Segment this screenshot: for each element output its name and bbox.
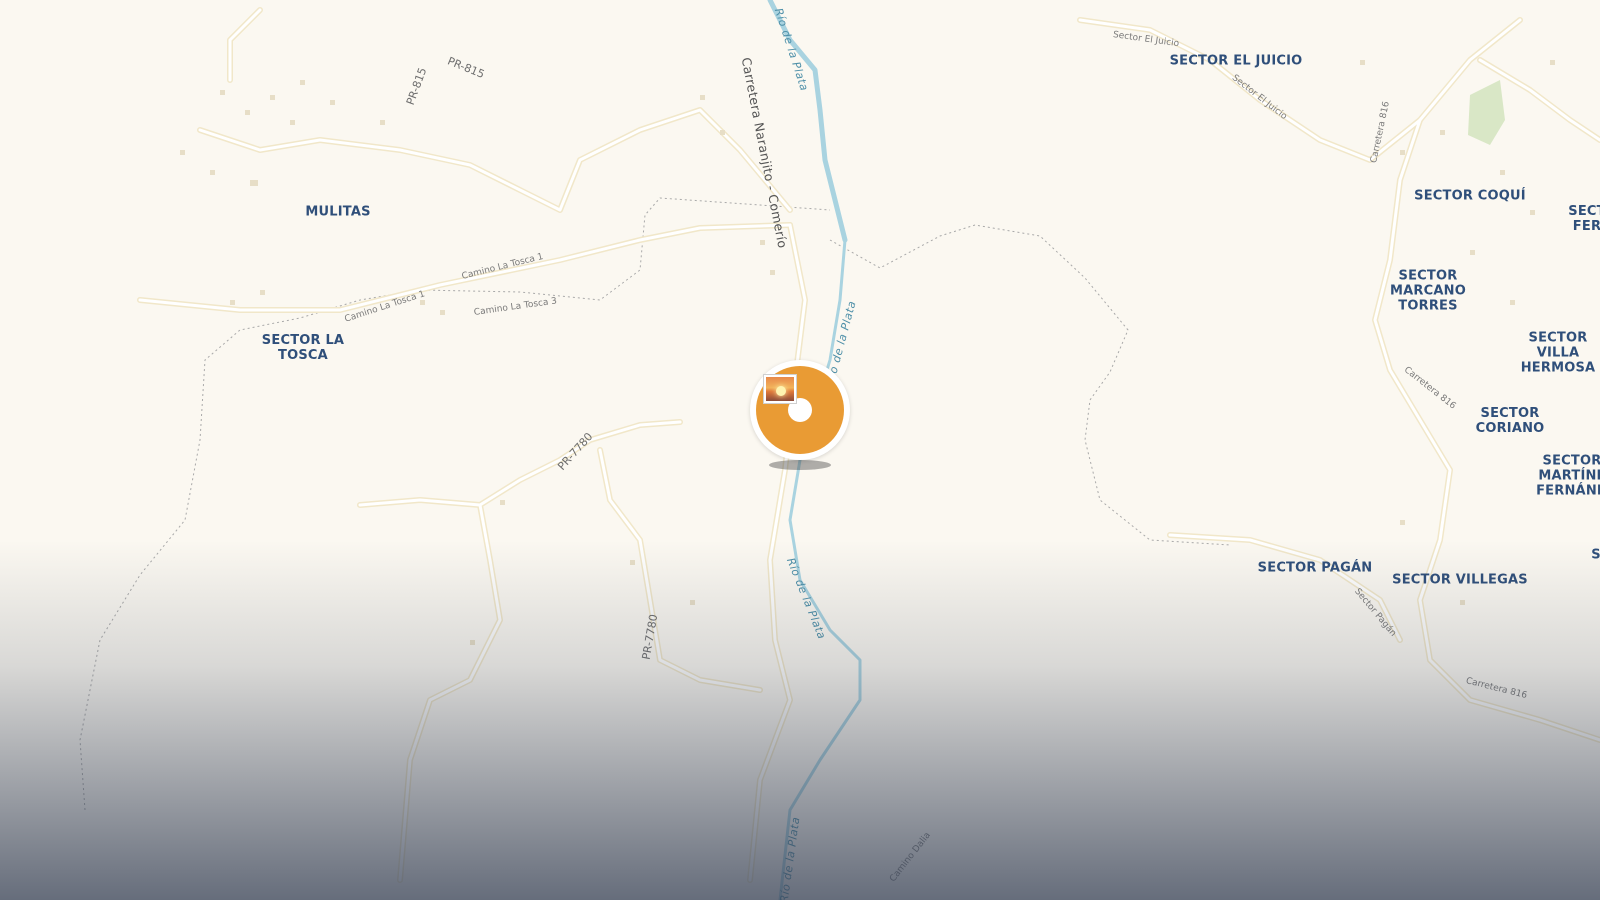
- place-label-sector-villa-hermosa[interactable]: SECTOR VILLA HERMOSA: [1521, 331, 1596, 376]
- photo-location-marker[interactable]: [748, 360, 852, 480]
- place-label-sector-edge[interactable]: S: [1591, 548, 1600, 563]
- map-view[interactable]: MULITAS SECTOR LA TOSCA SECTOR EL JUICIO…: [0, 0, 1600, 900]
- place-label-sector-coriano[interactable]: SECTOR CORIANO: [1465, 406, 1555, 436]
- place-label-sector-fer[interactable]: SECT FER: [1568, 204, 1600, 234]
- boundary-lines: [79, 197, 1231, 811]
- place-label-mulitas[interactable]: MULITAS: [305, 205, 370, 220]
- place-label-sector-villegas[interactable]: SECTOR VILLEGAS: [1392, 573, 1528, 588]
- marker-shadow: [769, 460, 831, 470]
- photo-sunset-icon: [763, 374, 797, 404]
- place-label-sector-pagan[interactable]: SECTOR PAGÁN: [1258, 561, 1373, 576]
- place-label-sector-el-juicio[interactable]: SECTOR EL JUICIO: [1170, 54, 1303, 69]
- place-label-sector-martinez-fernandez[interactable]: SECTOR MARTÍNE FERNÁND: [1536, 454, 1600, 499]
- place-label-sector-marcano-torres[interactable]: SECTOR MARCANO TORRES: [1390, 269, 1466, 314]
- park-area: [1468, 80, 1505, 145]
- place-label-sector-la-tosca[interactable]: SECTOR LA TOSCA: [262, 333, 344, 363]
- place-label-sector-coqui[interactable]: SECTOR COQUÍ: [1414, 189, 1526, 204]
